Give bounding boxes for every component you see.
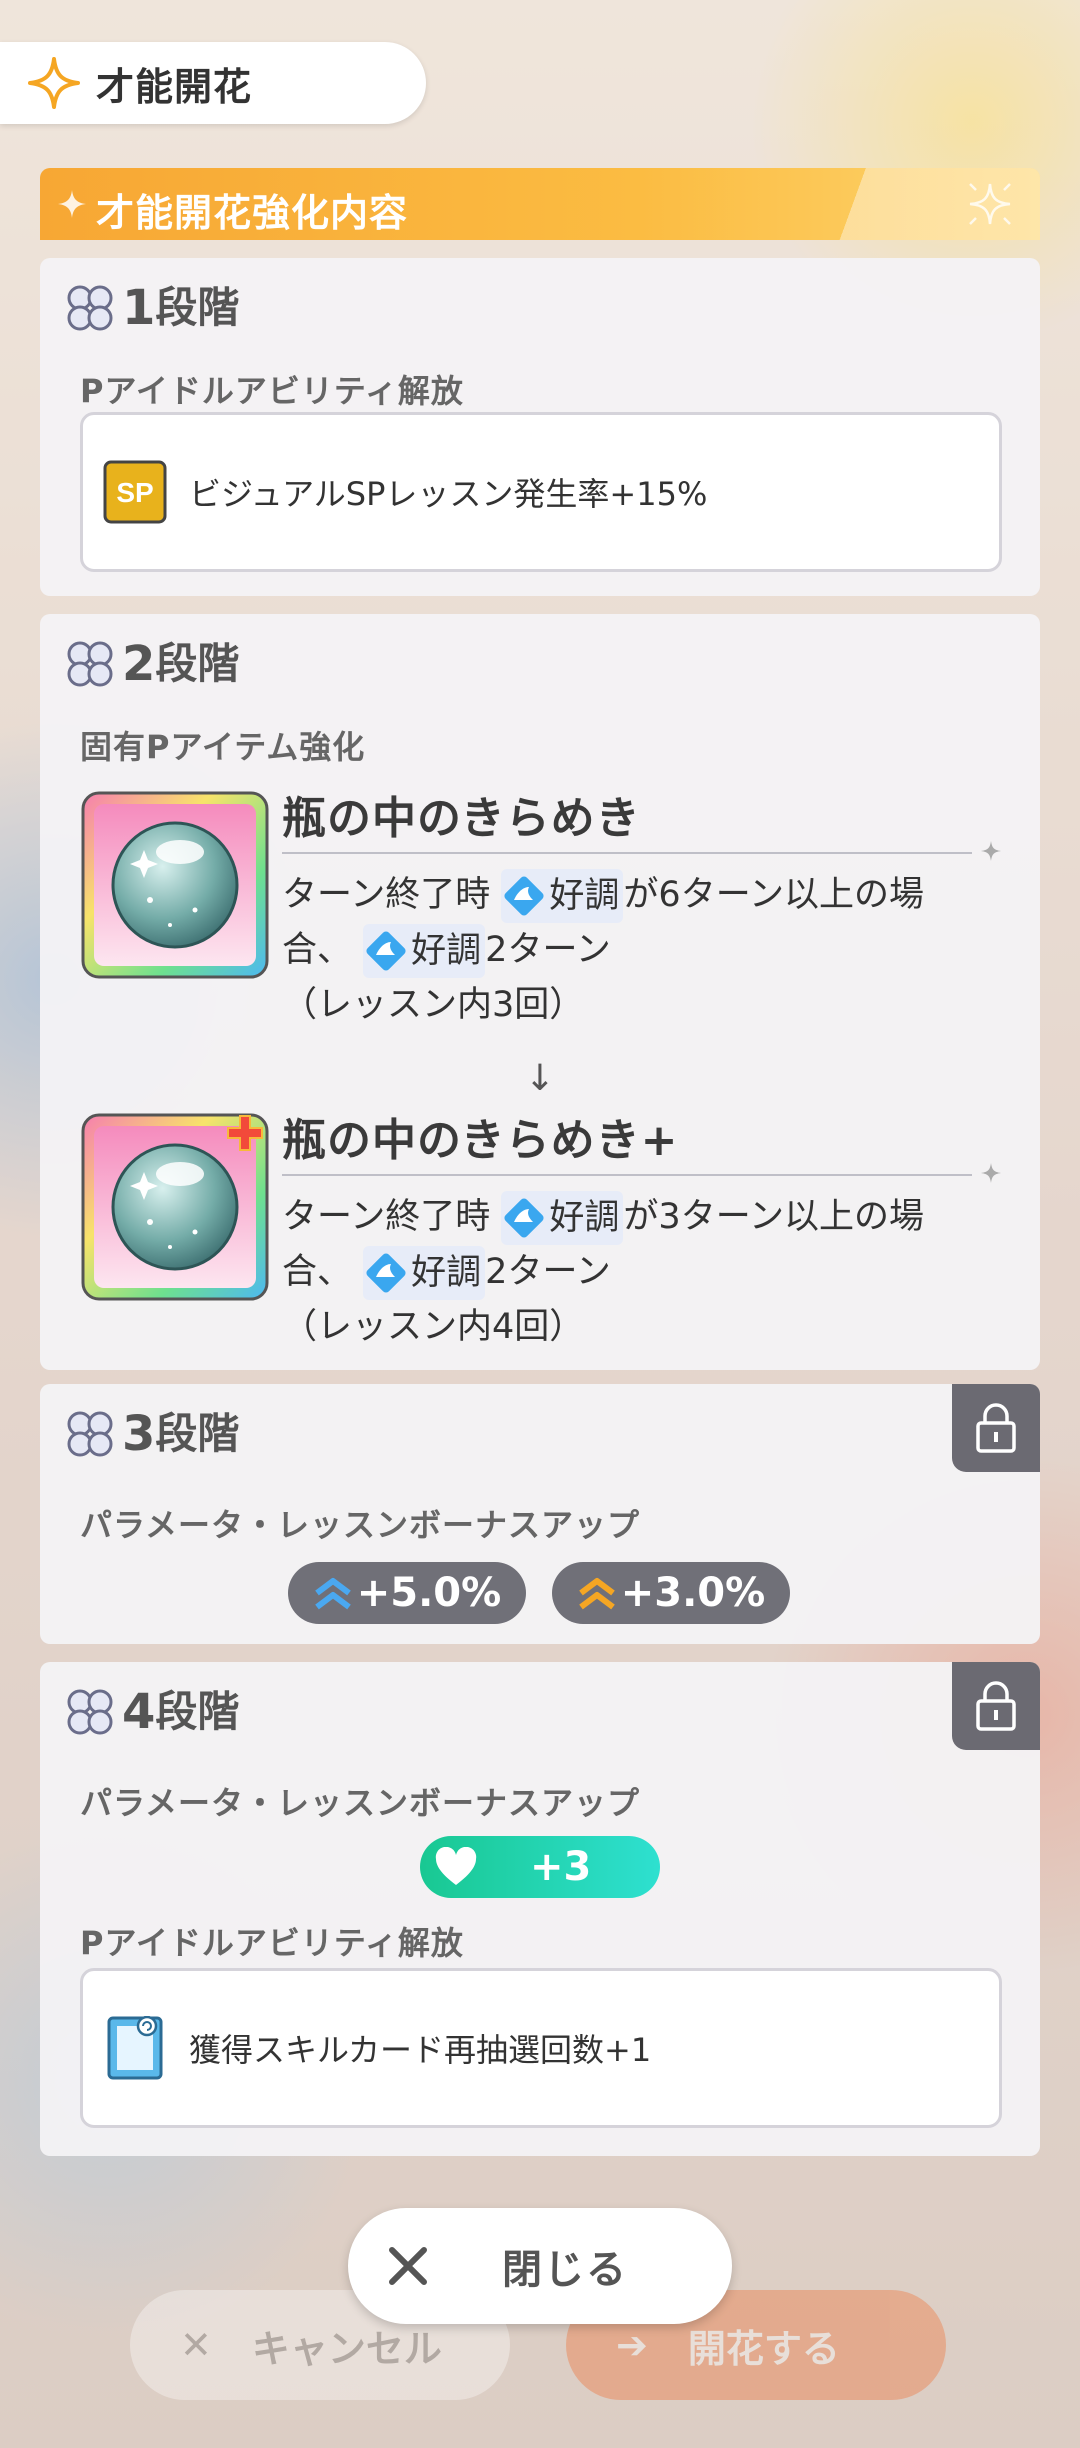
sp-icon: SP	[103, 460, 167, 524]
stage-suffix: 段階	[155, 1687, 240, 1736]
banner-sparkle-icon	[969, 183, 1011, 225]
heart-value: +3	[530, 1844, 592, 1890]
banner-title: 才能開花強化内容	[96, 191, 409, 235]
stamina-bonus-pill: +3	[420, 1836, 660, 1898]
bonus-value: +3.0%	[620, 1570, 766, 1616]
clover-icon	[67, 641, 113, 687]
tag-label: 好調	[411, 931, 482, 971]
skill-card-reroll-icon	[107, 2016, 163, 2080]
close-x-icon	[389, 2247, 427, 2285]
stage-3-header: 3 段階	[64, 1408, 239, 1460]
stage-number: 2	[122, 636, 156, 692]
desc-note: （レッスン内3回）	[282, 985, 585, 1025]
confirm-label: 開花する	[687, 2326, 840, 2371]
status-tag: 好調	[501, 869, 624, 923]
lock-icon	[976, 1403, 1016, 1453]
clover-icon	[67, 285, 113, 331]
heart-icon	[435, 1847, 477, 1885]
stage-3-card: 3 段階 パラメータ・レッスンボーナスアップ +5.0% +3.0%	[40, 1384, 1040, 1644]
status-tag: 好調	[363, 1246, 486, 1300]
status-tag: 好調	[501, 1191, 624, 1245]
sparkle-star-icon	[28, 57, 80, 109]
stage-number: 4	[122, 1684, 156, 1740]
status-tag: 好調	[363, 924, 486, 978]
good-condition-icon	[504, 1198, 544, 1238]
item-name: 瓶の中のきらめき+	[282, 1115, 679, 1166]
item-name: 瓶の中のきらめき	[282, 793, 641, 844]
clover-icon	[67, 1689, 113, 1735]
stage-1-label: Pアイドルアビリティ解放	[80, 372, 464, 410]
stage-1-header: 1 段階	[64, 282, 239, 334]
stage-suffix: 段階	[155, 639, 240, 688]
stage-4-header: 4 段階	[64, 1686, 239, 1738]
stage-4-label-2: Pアイドルアビリティ解放	[80, 1924, 464, 1962]
item-divider	[282, 1174, 972, 1176]
cancel-label: キャンセル	[251, 2326, 442, 2371]
section-banner: 才能開花強化内容	[40, 168, 1040, 240]
upgrade-arrow: ↓	[524, 1058, 556, 1099]
desc-note: （レッスン内4回）	[282, 1307, 585, 1347]
item-divider	[282, 852, 972, 854]
cancel-x-icon: ✕	[180, 2323, 212, 2367]
stage-4-label: パラメータ・レッスンボーナスアップ	[80, 1784, 641, 1822]
double-chevron-up-icon	[578, 1578, 615, 1610]
ability-box: 獲得スキルカード再抽選回数+1	[80, 1968, 1002, 2128]
svg-text:SP: SP	[116, 477, 153, 508]
stage-suffix: 段階	[155, 283, 240, 332]
stage-2-header: 2 段階	[64, 638, 239, 690]
item-description: ターン終了時 好調 が3ターン以上の場合、 好調 2ターン （レッスン内4回）	[282, 1190, 982, 1354]
vocal-bonus-pill: +5.0%	[288, 1562, 526, 1624]
stage-number: 3	[122, 1406, 156, 1462]
stage-1-card: 1 段階 Pアイドルアビリティ解放 SP ビジュアルSPレッスン発生率+15%	[40, 258, 1040, 596]
stage-3-label: パラメータ・レッスンボーナスアップ	[80, 1506, 641, 1544]
ability-box: SP ビジュアルSPレッスン発生率+15%	[80, 412, 1002, 572]
close-label: 閉じる	[502, 2247, 628, 2293]
stage-4-card: 4 段階 パラメータ・レッスンボーナスアップ +3 Pアイドルアビリティ解放 獲…	[40, 1662, 1040, 2156]
header-tab: 才能開花	[0, 42, 426, 124]
divider-star-icon	[981, 841, 1001, 861]
header-title: 才能開花	[96, 64, 253, 109]
stage-number: 1	[122, 280, 156, 336]
tag-label: 好調	[411, 1253, 482, 1293]
stage-4-lock	[952, 1662, 1040, 1750]
stage-suffix: 段階	[155, 1409, 240, 1458]
ability-text: ビジュアルSPレッスン発生率+15%	[189, 475, 708, 513]
ability-text: 獲得スキルカード再抽選回数+1	[189, 2031, 652, 2069]
close-button[interactable]: 閉じる	[348, 2208, 732, 2324]
desc-after: 2ターン	[485, 1252, 611, 1292]
tag-label: 好調	[549, 876, 620, 916]
visual-bonus-pill: +3.0%	[552, 1562, 790, 1624]
lock-icon	[976, 1681, 1016, 1731]
arrow-right-icon: ➔	[616, 2323, 648, 2367]
bottle-orb-item-icon[interactable]	[80, 790, 270, 980]
stage-2-label: 固有Pアイテム強化	[80, 728, 366, 766]
divider-star-icon	[981, 1163, 1001, 1183]
banner-star-icon	[58, 190, 86, 218]
good-condition-icon	[366, 931, 406, 971]
stage-3-lock	[952, 1384, 1040, 1472]
good-condition-icon	[366, 1253, 406, 1293]
good-condition-icon	[504, 876, 544, 916]
item-description: ターン終了時 好調 が6ターン以上の場合、 好調 2ターン （レッスン内3回）	[282, 868, 982, 1032]
bottle-orb-plus-item-icon[interactable]	[80, 1112, 270, 1302]
desc-prefix: ターン終了時	[282, 1197, 491, 1237]
stage-2-card: 2 段階 固有Pアイテム強化 瓶の中のきらめき ターン終了時 好調 が6ターン以…	[40, 614, 1040, 1370]
desc-after: 2ターン	[485, 930, 611, 970]
desc-prefix: ターン終了時	[282, 875, 491, 915]
bonus-value: +5.0%	[356, 1570, 502, 1616]
tag-label: 好調	[549, 1198, 620, 1238]
clover-icon	[67, 1411, 113, 1457]
double-chevron-up-icon	[314, 1578, 351, 1610]
